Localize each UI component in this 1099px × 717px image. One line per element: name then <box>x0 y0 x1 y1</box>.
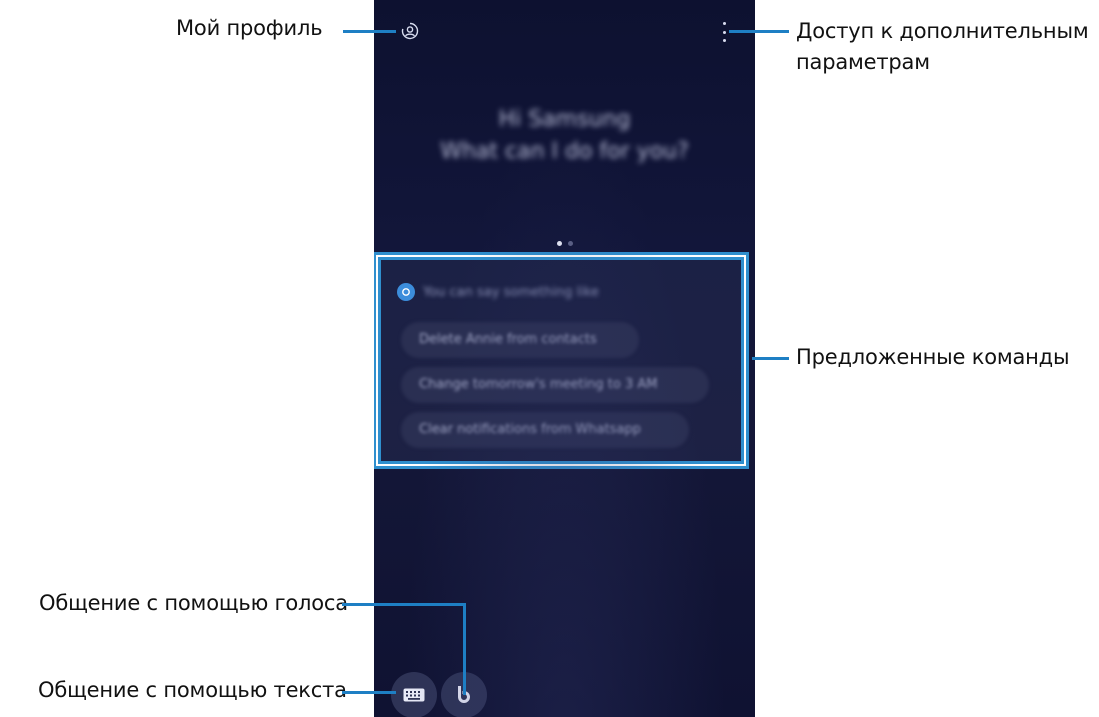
callout-more-options-line1: Доступ к дополнительным <box>796 19 1089 43</box>
profile-icon <box>401 22 419 40</box>
suggestion-chip[interactable]: Delete Annie from contacts <box>401 322 639 358</box>
callout-text-chat: Общение с помощью текста <box>38 678 347 702</box>
callout-suggested-commands: Предложенные команды <box>796 345 1070 369</box>
more-options-icon <box>722 22 726 25</box>
page-dot <box>567 241 573 246</box>
page-indicator <box>374 241 755 246</box>
profile-button[interactable] <box>400 21 420 41</box>
page-dot-active <box>556 241 562 246</box>
keyboard-icon <box>403 688 425 702</box>
callout-line-text <box>342 691 396 694</box>
greeting: Hi Samsung What can I do for you? <box>374 104 755 168</box>
callout-line-voice-h <box>342 603 466 606</box>
suggestion-chip[interactable]: Change tomorrow's meeting to 3 AM <box>401 367 709 403</box>
greeting-line2: What can I do for you? <box>440 139 689 164</box>
callout-line-voice-v <box>463 603 466 695</box>
suggestions-panel: You can say something like Delete Annie … <box>378 257 744 464</box>
callout-line-more-options <box>729 30 789 33</box>
callout-voice-chat: Общение с помощью голоса <box>39 591 348 615</box>
suggestions-header-text: You can say something like <box>423 284 599 300</box>
keyboard-button[interactable] <box>391 672 437 717</box>
greeting-line1: Hi Samsung <box>498 107 631 132</box>
callout-more-options-line2: параметрам <box>796 50 930 74</box>
suggestions-header: You can say something like <box>397 283 599 301</box>
suggestion-chip[interactable]: Clear notifications from Whatsapp <box>401 412 689 448</box>
bixby-screen: Hi Samsung What can I do for you? You ca… <box>374 0 755 717</box>
callout-line-suggested-commands <box>752 357 789 360</box>
bixby-suggestion-icon <box>397 283 415 301</box>
callout-line-profile <box>343 30 396 33</box>
callout-my-profile: Мой профиль <box>176 16 323 40</box>
